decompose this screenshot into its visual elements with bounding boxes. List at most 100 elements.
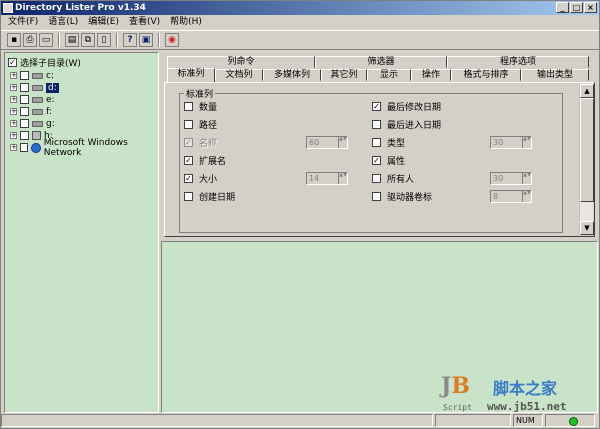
tree-checkbox[interactable]: [20, 131, 29, 140]
stop-icon[interactable]: ◉: [165, 33, 179, 47]
watermark-text: 脚本之家: [493, 379, 558, 398]
spinner-arrows-icon[interactable]: ▲▼: [338, 173, 347, 184]
close-button[interactable]: ×: [584, 2, 597, 13]
checkbox[interactable]: [184, 120, 193, 129]
site-watermark: JB 脚本之家 Script www.jb51.net: [441, 371, 596, 416]
tab-row-back: 列命令 筛选器 程序选项: [167, 56, 589, 68]
checkbox[interactable]: [372, 138, 381, 147]
tree-checkbox[interactable]: [20, 83, 29, 92]
minimize-button[interactable]: _: [556, 2, 569, 13]
expand-icon[interactable]: +: [10, 108, 17, 115]
option-label: 最后进入日期: [387, 121, 442, 131]
document-icon[interactable]: ▯: [97, 33, 111, 47]
tab-column-commands[interactable]: 列命令: [167, 56, 315, 68]
standard-columns-panel: 标准列 数量 路径 ✓ 名称 60 ▲▼ ✓ 扩展名 ✓ 大小 14 ▲▼ 创建日期 ✓ 最…: [164, 82, 595, 237]
tree-item-e[interactable]: + e:: [10, 94, 55, 105]
tab-standard-columns[interactable]: 标准列: [167, 68, 215, 83]
tree-checkbox[interactable]: [20, 107, 29, 116]
toolbar-separator: [58, 33, 60, 47]
tab-document-columns[interactable]: 文档列: [215, 69, 263, 81]
checkbox[interactable]: ✓: [184, 174, 193, 183]
tree-checkbox[interactable]: [20, 143, 29, 152]
type-width-spinner[interactable]: 30 ▲▼: [490, 136, 532, 149]
group-label: 标准列: [184, 87, 216, 100]
network-globe-icon: [31, 142, 41, 153]
checkbox[interactable]: ✓: [372, 156, 381, 165]
size-width-spinner[interactable]: 14 ▲▼: [306, 172, 348, 185]
menu-edit[interactable]: 编辑(E): [83, 15, 124, 30]
tab-display[interactable]: 显示: [367, 69, 411, 81]
option-owner[interactable]: 所有人: [372, 172, 414, 185]
spinner-arrows-icon[interactable]: ▲▼: [522, 191, 531, 202]
option-accessed-date[interactable]: 最后进入日期: [372, 118, 441, 131]
expand-icon[interactable]: +: [10, 144, 17, 151]
option-attributes[interactable]: ✓ 属性: [372, 154, 405, 167]
tree-checkbox[interactable]: [20, 71, 29, 80]
checkbox[interactable]: [372, 192, 381, 201]
checkbox[interactable]: [372, 120, 381, 129]
drive-icon: [32, 96, 43, 103]
menu-language[interactable]: 语言(L): [43, 15, 83, 30]
panel-scrollbar[interactable]: ▲ ▼: [579, 84, 594, 235]
expand-icon[interactable]: +: [10, 72, 17, 79]
print-icon[interactable]: ⎙: [23, 33, 37, 47]
scroll-thumb[interactable]: [580, 98, 594, 202]
tree-item-g[interactable]: + g:: [10, 118, 55, 129]
option-volume-label[interactable]: 驱动器卷标: [372, 190, 432, 203]
option-extension[interactable]: ✓ 扩展名: [184, 154, 226, 167]
spinner-arrows-icon[interactable]: ▲▼: [522, 137, 531, 148]
checkbox[interactable]: [372, 174, 381, 183]
menu-help[interactable]: 帮助(H): [165, 15, 207, 30]
checkbox[interactable]: [184, 192, 193, 201]
status-panel: [435, 414, 511, 427]
toolbar: ▪ ⎙ ▭ ▤ ⧉ ▯ ? ▣ ◉: [1, 30, 599, 50]
tab-multimedia-columns[interactable]: 多媒体列: [263, 69, 321, 81]
export-icon[interactable]: ⧉: [81, 33, 95, 47]
status-num: NUM: [513, 414, 543, 427]
tab-format-sort[interactable]: 格式与排序: [451, 69, 521, 81]
tab-filters[interactable]: 筛选器: [315, 56, 447, 68]
scroll-down-icon[interactable]: ▼: [580, 221, 594, 235]
select-subdirs-option[interactable]: ✓ 选择子目录(W): [8, 56, 81, 69]
checkbox[interactable]: ✓: [184, 156, 193, 165]
option-modified-date[interactable]: ✓ 最后修改日期: [372, 100, 441, 113]
tab-operations[interactable]: 操作: [411, 69, 451, 81]
checkbox[interactable]: ✓: [372, 102, 381, 111]
tab-output-type[interactable]: 输出类型: [521, 69, 589, 81]
option-count[interactable]: 数量: [184, 100, 217, 113]
volume-width-spinner[interactable]: 8 ▲▼: [490, 190, 532, 203]
directory-tree[interactable]: ✓ 选择子目录(W) + c: + d: + e: + f: + g: + h: + Micr…: [4, 52, 159, 413]
expand-icon[interactable]: +: [10, 84, 17, 91]
option-size[interactable]: ✓ 大小: [184, 172, 217, 185]
tree-checkbox[interactable]: [20, 95, 29, 104]
checkbox[interactable]: [184, 102, 193, 111]
tree-item-c[interactable]: + c:: [10, 70, 54, 81]
status-bar: NUM: [1, 414, 599, 428]
expand-icon[interactable]: +: [10, 120, 17, 127]
option-created-date[interactable]: 创建日期: [184, 190, 235, 203]
expand-icon[interactable]: +: [10, 132, 17, 139]
maximize-button[interactable]: □: [570, 2, 583, 13]
about-icon[interactable]: ▣: [139, 33, 153, 47]
watermark-script: Script: [443, 403, 472, 412]
option-type[interactable]: 类型: [372, 136, 405, 149]
scroll-up-icon[interactable]: ▲: [580, 84, 594, 98]
select-subdirs-checkbox[interactable]: ✓: [8, 58, 17, 67]
option-path[interactable]: 路径: [184, 118, 217, 131]
menu-file[interactable]: 文件(F): [3, 15, 43, 30]
save-icon[interactable]: ▪: [7, 33, 21, 47]
option-label: 大小: [199, 175, 218, 185]
tree-item-network[interactable]: + Microsoft Windows Network: [10, 138, 158, 158]
tab-program-options[interactable]: 程序选项: [447, 56, 589, 68]
owner-width-spinner[interactable]: 30 ▲▼: [490, 172, 532, 185]
preview-icon[interactable]: ▭: [39, 33, 53, 47]
tree-item-d[interactable]: + d:: [10, 82, 59, 93]
help-icon[interactable]: ?: [123, 33, 137, 47]
tree-item-f[interactable]: + f:: [10, 106, 52, 117]
menu-view[interactable]: 查看(V): [124, 15, 165, 30]
expand-icon[interactable]: +: [10, 96, 17, 103]
tab-other-columns[interactable]: 其它列: [321, 69, 367, 81]
copy-icon[interactable]: ▤: [65, 33, 79, 47]
tree-checkbox[interactable]: [20, 119, 29, 128]
spinner-arrows-icon[interactable]: ▲▼: [522, 173, 531, 184]
